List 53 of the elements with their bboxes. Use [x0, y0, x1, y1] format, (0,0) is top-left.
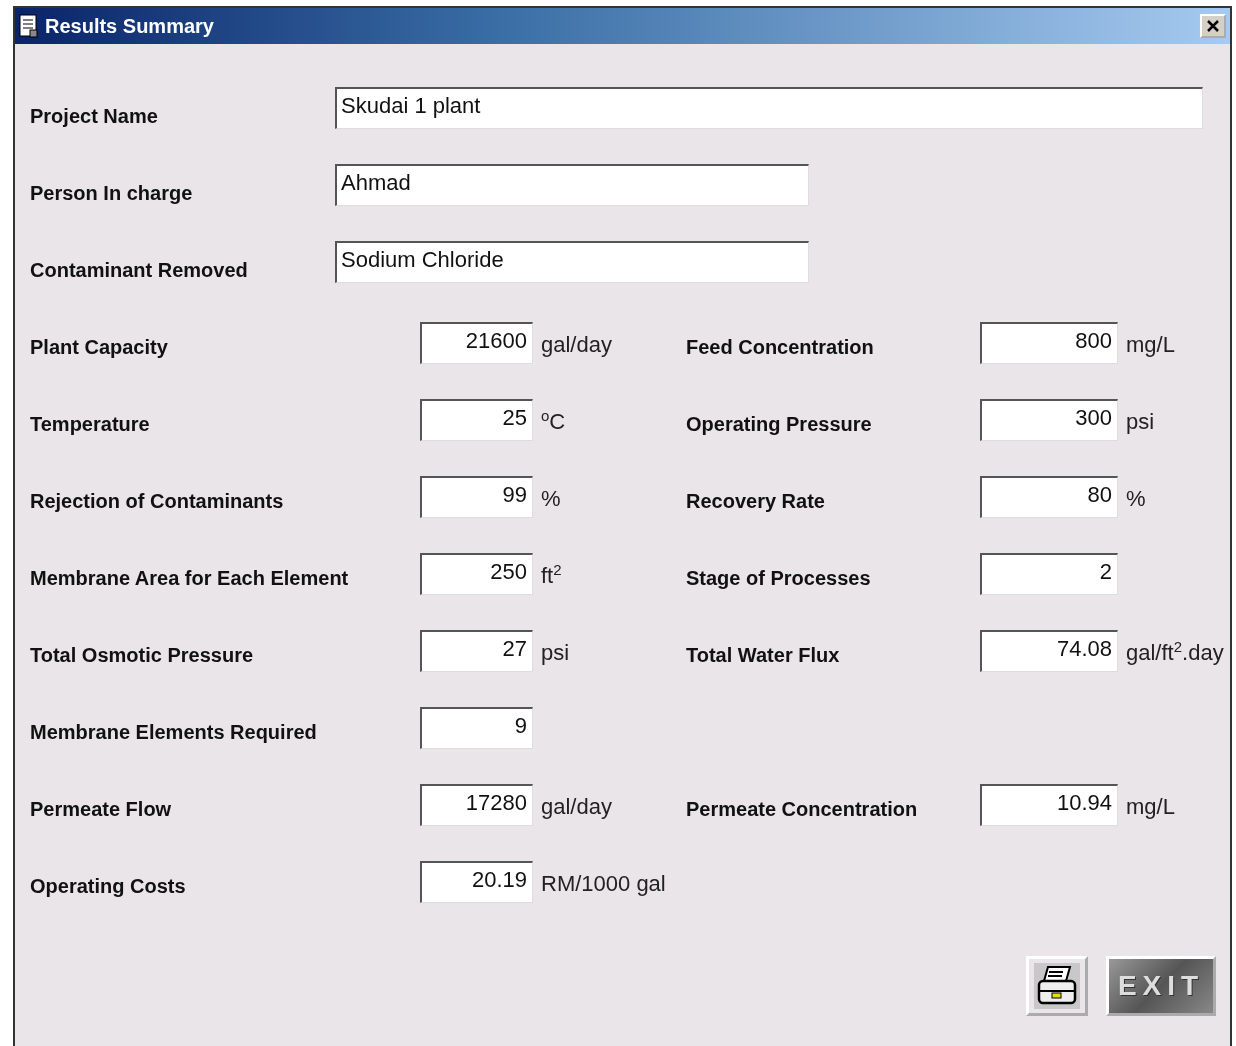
unit-label: mg/L — [1125, 331, 1176, 358]
field-label: Plant Capacity — [30, 336, 169, 359]
unit-label: gal/ft$^{2}$.day — [1125, 638, 1224, 667]
value-field[interactable]: 21600 — [420, 321, 533, 364]
unit-label: psi — [540, 639, 571, 666]
field-label: Total Osmotic Pressure — [30, 644, 255, 667]
field-label: Contaminant Removed — [30, 259, 249, 282]
value-field[interactable]: 10.94 — [980, 783, 1118, 826]
field-label: Operating Pressure — [686, 413, 873, 436]
unit-label: $^{o}$C — [540, 407, 567, 436]
value-field[interactable]: 20.19 — [420, 860, 533, 903]
unit-label: psi — [1125, 408, 1156, 435]
value-field[interactable]: 27 — [420, 629, 533, 672]
field-label: Recovery Rate — [686, 490, 826, 513]
field-label: Stage of Processes — [686, 567, 872, 590]
field-label: Feed Concentration — [686, 336, 875, 359]
value-field[interactable]: 99 — [420, 475, 533, 518]
printer-icon — [1034, 963, 1080, 1009]
window-title: Results Summary — [45, 14, 215, 38]
unit-label: mg/L — [1125, 793, 1176, 820]
document-icon — [19, 14, 39, 38]
close-icon — [1206, 19, 1220, 33]
field-label: Membrane Area for Each Element — [30, 567, 350, 590]
text-field[interactable]: Ahmad — [335, 163, 809, 206]
field-label: Permeate Concentration — [686, 798, 919, 821]
field-label: Total Water Flux — [686, 644, 841, 667]
value-field[interactable]: 250 — [420, 552, 533, 595]
value-field[interactable]: 25 — [420, 398, 533, 441]
field-label: Permeate Flow — [30, 798, 173, 821]
field-label: Rejection of Contaminants — [30, 490, 285, 513]
unit-label: RM/1000 gal — [540, 870, 667, 897]
text-field[interactable]: Sodium Chloride — [335, 240, 809, 283]
unit-label: gal/day — [540, 331, 613, 358]
value-field[interactable]: 80 — [980, 475, 1118, 518]
value-field[interactable]: 800 — [980, 321, 1118, 364]
close-button[interactable] — [1200, 14, 1226, 38]
unit-label: % — [540, 485, 562, 512]
exit-button[interactable]: EXIT — [1106, 956, 1216, 1016]
unit-label: ft$^{2}$ — [540, 561, 563, 590]
unit-label: % — [1125, 485, 1147, 512]
value-field[interactable]: 9 — [420, 706, 533, 749]
value-field[interactable]: 300 — [980, 398, 1118, 441]
print-button[interactable] — [1026, 956, 1088, 1016]
value-field[interactable]: 2 — [980, 552, 1118, 595]
field-label: Membrane Elements Required — [30, 721, 318, 744]
field-label: Person In charge — [30, 182, 194, 205]
field-label: Temperature — [30, 413, 151, 436]
field-label: Project Name — [30, 105, 159, 128]
unit-label: gal/day — [540, 793, 613, 820]
value-field[interactable]: 74.08 — [980, 629, 1118, 672]
text-field[interactable]: Skudai 1 plant — [335, 86, 1203, 129]
field-label: Operating Costs — [30, 875, 187, 898]
value-field[interactable]: 17280 — [420, 783, 533, 826]
